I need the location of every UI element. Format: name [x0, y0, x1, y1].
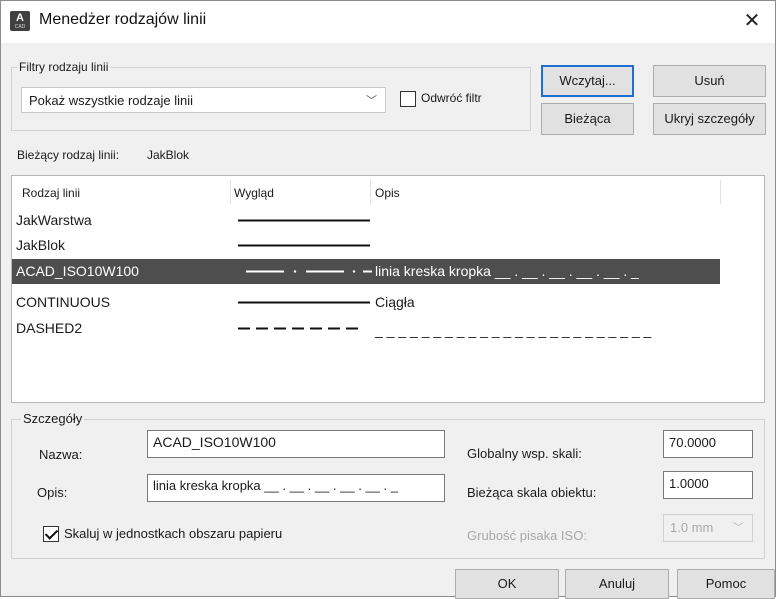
linetype-list[interactable]: Rodzaj linii Wygląd Opis JakWarstwa JakB… [11, 175, 765, 403]
linetype-name: JakWarstwa [16, 212, 92, 228]
paper-units-checkbox[interactable] [43, 526, 59, 542]
linetype-manager-dialog: A CAD Menedżer rodzajów linii ✕ Filtry r… [0, 0, 776, 599]
iso-pen-width-dropdown: 1.0 mm ﹀ [663, 514, 753, 542]
linetype-preview-dashed [238, 327, 362, 330]
close-icon[interactable]: ✕ [729, 1, 775, 43]
hide-details-button[interactable]: Ukryj szczegóły [653, 103, 766, 135]
table-row[interactable]: JakWarstwa [12, 208, 720, 233]
object-scale-field[interactable]: 1.0000 [663, 471, 753, 499]
details-group-label: Szczegóły [21, 411, 85, 426]
title-bar: A CAD Menedżer rodzajów linii ✕ [1, 1, 775, 43]
linetype-preview-solid [238, 219, 370, 222]
linetype-name: JakBlok [16, 237, 66, 253]
column-header-linetype[interactable]: Rodzaj linii [22, 186, 80, 200]
table-row-selected[interactable]: ACAD_ISO10W100 linia kreska kropka __ . … [12, 259, 720, 284]
name-field-value: ACAD_ISO10W100 [153, 434, 276, 450]
invert-filter-checkbox[interactable] [400, 91, 416, 107]
description-field-value: linia kreska kropka __ . __ . __ . __ . … [153, 478, 398, 493]
invert-filter-label[interactable]: Odwróć filtr [421, 91, 482, 105]
object-scale-value: 1.0000 [669, 476, 709, 491]
chevron-down-icon: ﹀ [366, 95, 377, 107]
linetype-description: _ _ _ _ _ _ _ _ _ _ _ _ _ _ _ _ _ _ _ _ … [375, 322, 652, 338]
name-field[interactable]: ACAD_ISO10W100 [147, 430, 445, 458]
global-scale-label: Globalny wsp. skali: [467, 446, 582, 461]
paper-units-label[interactable]: Skaluj w jednostkach obszaru papieru [64, 526, 282, 541]
iso-pen-width-value: 1.0 mm [670, 520, 714, 535]
object-scale-label: Bieżąca skala obiektu: [467, 485, 597, 500]
load-button[interactable]: Wczytaj... [541, 65, 634, 97]
app-icon-letter: A [16, 12, 24, 24]
chevron-down-icon: ﹀ [733, 522, 744, 534]
description-field[interactable]: linia kreska kropka __ . __ . __ . __ . … [147, 474, 445, 502]
current-linetype-value: JakBlok [147, 148, 190, 162]
column-separator [230, 180, 231, 204]
iso-pen-width-label: Grubość pisaka ISO: [467, 528, 587, 543]
column-separator [720, 180, 721, 204]
filters-group-label: Filtry rodzaju linii [17, 60, 111, 74]
global-scale-value: 70.0000 [669, 435, 716, 450]
linetype-name: DASHED2 [16, 320, 83, 336]
delete-button[interactable]: Usuń [653, 65, 766, 97]
cancel-button[interactable]: Anuluj [565, 569, 669, 599]
ok-button[interactable]: OK [455, 569, 559, 599]
table-row[interactable]: DASHED2 _ _ _ _ _ _ _ _ _ _ _ _ _ _ _ _ … [12, 316, 720, 341]
linetype-description: Ciągła [375, 294, 415, 310]
column-header-appearance[interactable]: Wygląd [234, 186, 274, 200]
linetype-preview-solid [238, 301, 370, 304]
current-linetype-label: Bieżący rodzaj linii: [17, 148, 120, 162]
table-row[interactable]: JakBlok [12, 233, 720, 258]
linetype-filter-value: Pokaż wszystkie rodzaje linii [29, 93, 194, 108]
window-title: Menedżer rodzajów linii [39, 11, 207, 28]
column-header-description[interactable]: Opis [375, 186, 400, 200]
linetype-preview-solid [238, 244, 370, 247]
global-scale-field[interactable]: 70.0000 [663, 430, 753, 458]
autocad-app-icon: A CAD [10, 11, 30, 31]
linetype-name: CONTINUOUS [16, 294, 111, 310]
description-label: Opis: [37, 485, 68, 500]
linetype-description: linia kreska kropka __ . __ . __ . __ . … [375, 263, 639, 279]
linetype-filter-dropdown[interactable]: Pokaż wszystkie rodzaje linii ﹀ [21, 87, 386, 113]
app-icon-sub: CAD [14, 24, 26, 30]
table-row[interactable]: CONTINUOUS Ciągła [12, 290, 720, 315]
linetype-preview-dash-dot [246, 270, 372, 273]
name-label: Nazwa: [39, 447, 83, 462]
set-current-button[interactable]: Bieżąca [541, 103, 634, 135]
column-separator [370, 180, 371, 204]
linetype-name: ACAD_ISO10W100 [16, 263, 139, 279]
help-button[interactable]: Pomoc [677, 569, 775, 599]
